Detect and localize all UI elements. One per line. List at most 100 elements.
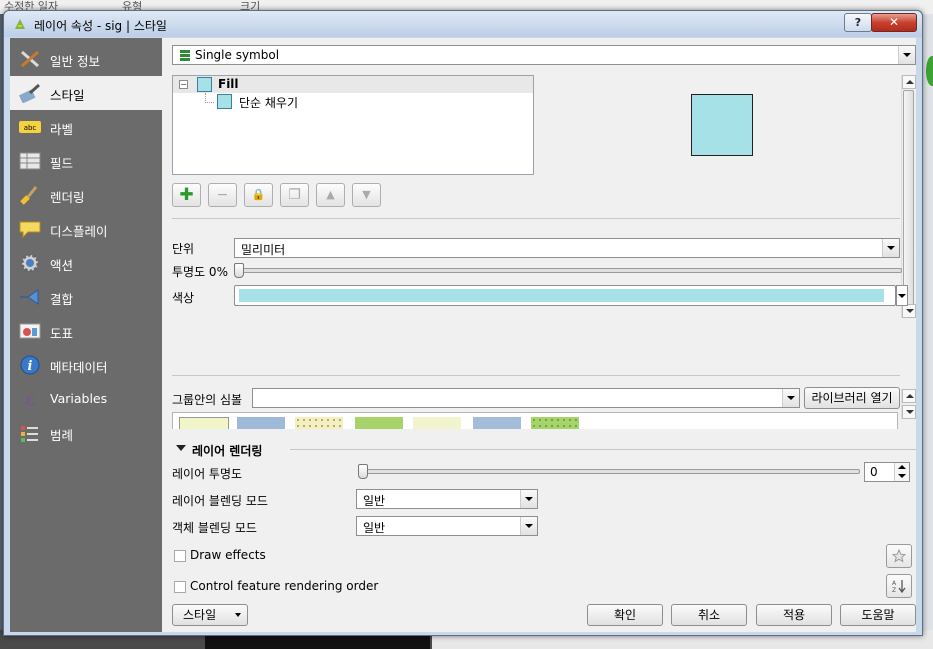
remove-symbol-layer-button[interactable]: −	[208, 183, 237, 207]
layer-rendering-header[interactable]: 레이어 렌더링	[192, 442, 262, 459]
chevron-down-icon[interactable]	[782, 389, 799, 407]
chevron-down-icon[interactable]	[520, 517, 537, 535]
feature-blend-value: 일반	[363, 521, 386, 535]
sidebar-item-general[interactable]: 일반 정보	[10, 42, 162, 76]
sidebar-item-label: 결합	[50, 292, 74, 307]
color-menu-button[interactable]	[896, 285, 908, 306]
feature-blend-select[interactable]: 일반	[356, 516, 538, 536]
chevron-down-icon	[235, 613, 241, 617]
symbol-preview	[691, 94, 753, 156]
library-symbol[interactable]	[531, 417, 579, 429]
sidebar-item-legend[interactable]: 범례	[10, 416, 162, 450]
library-symbol[interactable]	[179, 417, 229, 429]
sidebar-item-joins[interactable]: 결합	[10, 280, 162, 314]
close-button[interactable]: ✕	[871, 13, 917, 32]
single-symbol-icon	[180, 50, 190, 61]
help-button[interactable]: 도움말	[840, 604, 916, 626]
library-symbol[interactable]	[413, 417, 461, 429]
sidebar-item-label: Variables	[50, 391, 108, 406]
sidebar-item-labels[interactable]: abc 라벨	[10, 110, 162, 144]
info-icon: i	[20, 355, 40, 375]
color-label: 색상	[172, 291, 195, 305]
scroll-down-icon[interactable]	[902, 405, 916, 419]
scroll-down-icon[interactable]	[902, 304, 916, 318]
layer-transparency-value: 0	[870, 465, 878, 479]
ok-button[interactable]: 확인	[587, 604, 663, 626]
sidebar-item-rendering[interactable]: 렌더링	[10, 178, 162, 212]
tree-row-simple-fill[interactable]: 단순 채우기	[217, 93, 317, 110]
fill-swatch	[197, 77, 212, 92]
fill-color-button[interactable]	[234, 285, 896, 306]
tree-root-label: Fill	[218, 77, 239, 91]
opacity-slider-handle[interactable]	[234, 263, 244, 278]
tree-row-fill[interactable]: − Fill	[173, 76, 533, 93]
help-title-button[interactable]: ?	[844, 13, 872, 32]
svg-text:i: i	[28, 359, 33, 374]
symbol-layer-tree: − Fill 단순 채우기	[172, 75, 534, 175]
unit-label: 단위	[172, 242, 195, 256]
style-menu-button[interactable]: 스타일	[172, 604, 248, 626]
scroll-thumb[interactable]	[903, 90, 914, 315]
scroll-up-icon[interactable]	[902, 389, 916, 403]
collapse-triangle-icon[interactable]	[176, 445, 186, 451]
svg-text:Z: Z	[892, 587, 896, 594]
chevron-down-icon[interactable]	[882, 239, 899, 257]
unit-select[interactable]: 밀리미터	[234, 238, 900, 258]
spin-up-icon[interactable]	[894, 463, 909, 472]
feature-order-label: Control feature rendering order	[190, 579, 379, 593]
dialog-client-area: 일반 정보 스타일 abc 라벨 필드 렌더링 디스플레이 액션 결합 도표 i…	[10, 38, 916, 632]
collapse-icon[interactable]: −	[179, 80, 188, 89]
layer-transparency-handle[interactable]	[358, 464, 368, 479]
divider	[290, 449, 916, 450]
move-up-button[interactable]: ▲	[316, 183, 345, 207]
apply-button[interactable]: 적용	[756, 604, 832, 626]
simple-fill-swatch	[217, 94, 232, 109]
sidebar-item-variables[interactable]: ε Variables	[10, 382, 162, 416]
layer-blend-select[interactable]: 일반	[356, 489, 538, 509]
library-symbol[interactable]	[295, 417, 343, 429]
legend-icon	[21, 426, 38, 442]
open-library-button[interactable]: 라이브러리 열기	[804, 387, 900, 409]
scroll-up-icon[interactable]	[902, 75, 916, 89]
layer-transparency-slider[interactable]	[360, 469, 860, 474]
sidebar-item-label: 액션	[50, 258, 74, 273]
sidebar-item-fields[interactable]: 필드	[10, 144, 162, 178]
brush-icon	[20, 186, 38, 205]
title-bar[interactable]: 레이어 속성 - sig | 스타일 ? ✕	[4, 11, 922, 37]
draw-effects-checkbox[interactable]	[174, 550, 186, 562]
sidebar-item-metadata[interactable]: i 메타데이터	[10, 348, 162, 382]
lock-layer-button[interactable]: 🔒	[244, 183, 273, 207]
epsilon-icon: ε	[25, 389, 34, 409]
renderer-type-select[interactable]: Single symbol	[172, 45, 916, 65]
sidebar-item-diagrams[interactable]: 도표	[10, 314, 162, 348]
sidebar-item-label: 메타데이터	[50, 360, 108, 375]
add-symbol-layer-button[interactable]: ✚	[172, 183, 201, 207]
spin-down-icon[interactable]	[894, 472, 909, 481]
chevron-down-icon[interactable]	[898, 46, 915, 64]
cancel-button[interactable]: 취소	[671, 604, 747, 626]
sidebar-item-display[interactable]: 디스플레이	[10, 212, 162, 246]
sidebar-item-style[interactable]: 스타일	[10, 76, 162, 110]
library-symbol[interactable]	[237, 417, 285, 429]
library-scrollbar[interactable]	[901, 389, 916, 419]
abc-label-icon: abc	[19, 121, 41, 133]
duplicate-layer-button[interactable]: ❐	[280, 183, 309, 207]
symbol-group-select[interactable]	[252, 388, 800, 408]
library-symbol[interactable]	[473, 417, 521, 429]
opacity-slider[interactable]	[236, 268, 902, 273]
sidebar-item-label: 범례	[50, 428, 74, 443]
paintbrush-icon	[18, 83, 40, 103]
symbol-settings-scrollbar[interactable]	[901, 75, 916, 318]
sidebar-item-label: 렌더링	[50, 190, 85, 205]
effects-star-button[interactable]	[886, 544, 912, 568]
layer-properties-dialog: 레이어 속성 - sig | 스타일 ? ✕ 일반 정보 스타일 abc 라벨 …	[3, 10, 923, 636]
layer-transparency-spinbox[interactable]: 0	[864, 462, 910, 482]
chevron-down-icon[interactable]	[520, 490, 537, 508]
sidebar-item-label: 필드	[50, 156, 74, 171]
sidebar-item-actions[interactable]: 액션	[10, 246, 162, 280]
feature-order-checkbox[interactable]	[174, 581, 186, 593]
sidebar-item-label: 라벨	[50, 122, 74, 137]
move-down-button[interactable]: ▼	[352, 183, 381, 207]
library-symbol[interactable]	[355, 417, 403, 429]
feature-order-sort-button[interactable]: AZ	[886, 574, 912, 598]
